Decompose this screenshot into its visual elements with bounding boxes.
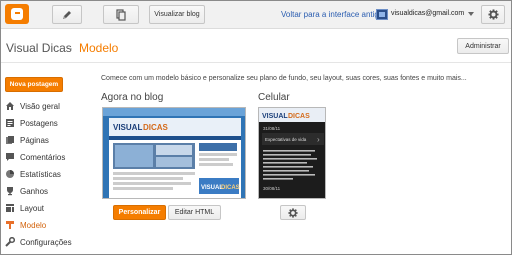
sidebar-item-earnings[interactable]: Ganhos — [4, 184, 48, 198]
mobile-chevron-right-icon: › — [317, 135, 320, 144]
pages-icon — [4, 135, 15, 145]
posts-icon — [4, 118, 15, 128]
customize-button[interactable]: Personalizar — [113, 205, 166, 220]
title-separator: · — [69, 41, 73, 55]
sidebar-item-label: Configurações — [20, 237, 72, 247]
desktop-template-preview[interactable]: VISUAL DICAS VISUAL DICAS — [102, 107, 246, 199]
sidebar-item-pages[interactable]: Páginas — [4, 133, 49, 147]
intro-text: Comece com um modelo básico e personaliz… — [101, 75, 467, 82]
sidebar-item-label: Layout — [20, 203, 45, 213]
mobile-post-title: Expectativas de vida — [265, 137, 307, 142]
layout-icon — [4, 203, 15, 213]
new-post-pencil-button[interactable] — [52, 5, 82, 24]
desktop-preview-image: VISUAL DICAS VISUAL DICAS — [103, 108, 245, 198]
administer-button[interactable]: Administrar — [457, 38, 509, 54]
desktop-badge-visual: VISUAL — [201, 185, 223, 191]
template-icon — [4, 220, 15, 230]
old-interface-link[interactable]: Voltar para a interface antiga — [281, 10, 383, 19]
gear-icon — [288, 207, 298, 218]
mobile-logo-dicas: DICAS — [288, 113, 310, 120]
blogger-logo-icon — [11, 8, 23, 20]
page-header: Visual Dicas · Modelo Administrar — [1, 29, 511, 63]
sidebar-item-stats[interactable]: Estatísticas — [4, 167, 61, 181]
posts-list-button[interactable] — [103, 5, 139, 24]
stats-icon — [4, 169, 15, 179]
sidebar-item-settings[interactable]: Configurações — [4, 235, 72, 249]
pencil-icon — [63, 10, 71, 19]
mobile-date-2: 30/08/11 — [263, 186, 281, 191]
settings-gear-button[interactable] — [481, 5, 505, 24]
desktop-badge-dicas: DICAS — [221, 185, 240, 191]
account-email[interactable]: visualdicas@gmail.com — [391, 10, 464, 17]
sidebar-item-comments[interactable]: Comentários — [4, 150, 65, 164]
sidebar-item-label: Modelo — [20, 220, 47, 230]
mobile-date-1: 31/08/11 — [263, 126, 281, 131]
mobile-preview-image: VISUAL DICAS 31/08/11 Expectativas de vi… — [259, 108, 325, 198]
blogger-window: Visualizar blog Voltar para a interface … — [0, 0, 512, 255]
chevron-down-icon[interactable] — [468, 12, 474, 16]
sidebar-item-label: Visão geral — [20, 101, 60, 111]
account-avatar[interactable] — [376, 9, 388, 20]
desktop-logo-visual: VISUAL — [113, 123, 142, 132]
sidebar-item-label: Postagens — [20, 118, 58, 128]
sidebar-item-layout[interactable]: Layout — [4, 201, 44, 215]
page-title: Modelo — [79, 41, 119, 55]
mobile-logo-visual: VISUAL — [262, 113, 288, 120]
sidebar-item-label: Comentários — [20, 152, 66, 162]
desktop-logo-dicas: DICAS — [143, 123, 169, 132]
sidebar-item-overview[interactable]: Visão geral — [4, 99, 60, 113]
mobile-settings-button[interactable] — [280, 205, 306, 220]
gear-icon — [487, 9, 499, 20]
comments-icon — [4, 152, 15, 162]
sidebar-item-posts[interactable]: Postagens — [4, 116, 58, 130]
mobile-template-preview[interactable]: VISUAL DICAS 31/08/11 Expectativas de vi… — [258, 107, 326, 199]
wrench-icon — [4, 237, 15, 247]
new-post-button[interactable]: Nova postagem — [5, 77, 63, 92]
desktop-section-title: Agora no blog — [101, 92, 164, 103]
sidebar-item-label: Ganhos — [20, 186, 49, 196]
view-blog-button[interactable]: Visualizar blog — [149, 5, 205, 24]
copy-icon — [116, 8, 126, 21]
trophy-icon — [4, 186, 15, 196]
blog-name[interactable]: Visual Dicas — [6, 41, 72, 55]
home-icon — [4, 101, 15, 111]
blogger-logo-button[interactable] — [5, 4, 29, 24]
mobile-section-title: Celular — [258, 92, 290, 103]
edit-html-button[interactable]: Editar HTML — [168, 205, 221, 220]
sidebar-item-template[interactable]: Modelo — [4, 218, 46, 232]
top-bar: Visualizar blog Voltar para a interface … — [1, 1, 511, 29]
sidebar-item-label: Estatísticas — [20, 169, 61, 179]
sidebar-item-label: Páginas — [20, 135, 49, 145]
